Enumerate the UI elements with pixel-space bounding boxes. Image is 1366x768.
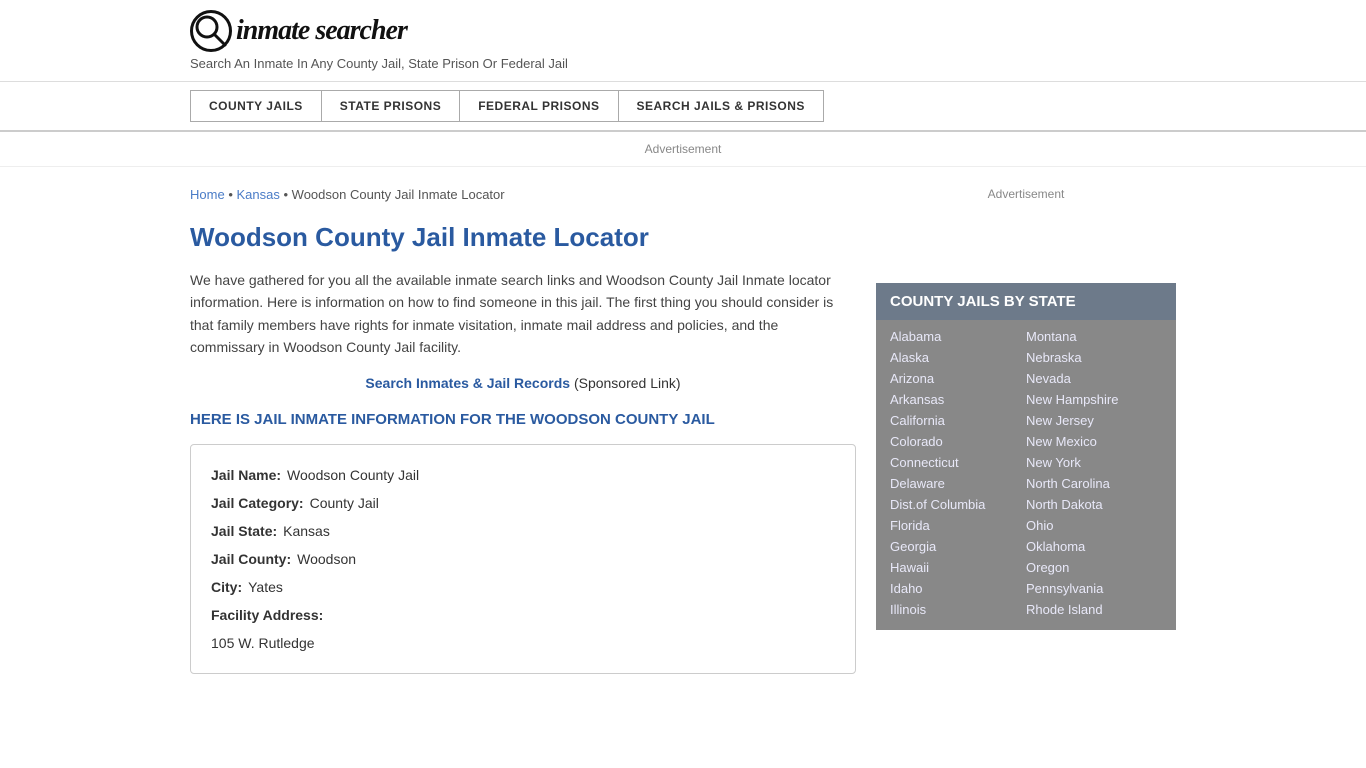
- breadcrumb-sep2: •: [283, 187, 291, 202]
- state-link[interactable]: Alaska: [890, 347, 1026, 368]
- sponsored-label-text: (Sponsored Link): [574, 375, 681, 391]
- state-link[interactable]: Arizona: [890, 368, 1026, 389]
- jail-address-value-row: 105 W. Rutledge: [211, 629, 835, 657]
- state-link[interactable]: Georgia: [890, 536, 1026, 557]
- page-title: Woodson County Jail Inmate Locator: [190, 222, 856, 253]
- jail-category-label: Jail Category:: [211, 489, 304, 517]
- breadcrumb: Home • Kansas • Woodson County Jail Inma…: [190, 187, 856, 202]
- state-link[interactable]: Rhode Island: [1026, 599, 1162, 620]
- logo-icon: [190, 10, 232, 52]
- state-link[interactable]: Delaware: [890, 473, 1026, 494]
- state-link[interactable]: Montana: [1026, 326, 1162, 347]
- jail-state-row: Jail State: Kansas: [211, 517, 835, 545]
- state-link[interactable]: Hawaii: [890, 557, 1026, 578]
- jail-county-value: Woodson: [297, 545, 356, 573]
- state-link[interactable]: Nebraska: [1026, 347, 1162, 368]
- logo-area: inmate searcher: [190, 10, 1176, 52]
- main-content: Home • Kansas • Woodson County Jail Inma…: [190, 167, 856, 694]
- jail-address-label: Facility Address:: [211, 601, 323, 629]
- content-area: Home • Kansas • Woodson County Jail Inma…: [0, 167, 1366, 694]
- jail-county-row: Jail County: Woodson: [211, 545, 835, 573]
- info-card: Jail Name: Woodson County Jail Jail Cate…: [190, 444, 856, 674]
- jail-category-row: Jail Category: County Jail: [211, 489, 835, 517]
- state-link[interactable]: Colorado: [890, 431, 1026, 452]
- jail-county-label: Jail County:: [211, 545, 291, 573]
- jail-city-row: City: Yates: [211, 573, 835, 601]
- state-link[interactable]: Illinois: [890, 599, 1026, 620]
- jail-city-label: City:: [211, 573, 242, 601]
- nav-federal-prisons[interactable]: FEDERAL PRISONS: [459, 90, 617, 122]
- jail-city-value: Yates: [248, 573, 283, 601]
- logo-text: inmate searcher: [236, 15, 407, 47]
- states-right-col: MontanaNebraskaNevadaNew HampshireNew Je…: [1026, 326, 1162, 620]
- states-left-col: AlabamaAlaskaArizonaArkansasCaliforniaCo…: [890, 326, 1026, 620]
- jail-state-label: Jail State:: [211, 517, 277, 545]
- state-columns: AlabamaAlaskaArizonaArkansasCaliforniaCo…: [876, 320, 1176, 630]
- state-link[interactable]: Arkansas: [890, 389, 1026, 410]
- breadcrumb-state[interactable]: Kansas: [236, 187, 279, 202]
- tagline: Search An Inmate In Any County Jail, Sta…: [190, 56, 1176, 71]
- state-link[interactable]: Alabama: [890, 326, 1026, 347]
- breadcrumb-home[interactable]: Home: [190, 187, 225, 202]
- jail-state-value: Kansas: [283, 517, 330, 545]
- state-link[interactable]: North Dakota: [1026, 494, 1162, 515]
- sidebar-ad: Advertisement: [876, 187, 1176, 267]
- state-link[interactable]: Ohio: [1026, 515, 1162, 536]
- jail-name-value: Woodson County Jail: [287, 461, 419, 489]
- state-link[interactable]: California: [890, 410, 1026, 431]
- jail-category-value: County Jail: [310, 489, 379, 517]
- jail-name-label: Jail Name:: [211, 461, 281, 489]
- nav-bar: COUNTY JAILS STATE PRISONS FEDERAL PRISO…: [0, 82, 1366, 132]
- jail-address-value: 105 W. Rutledge: [211, 629, 315, 657]
- state-box-title: COUNTY JAILS BY STATE: [876, 283, 1176, 320]
- state-link[interactable]: Dist.of Columbia: [890, 494, 1026, 515]
- ad-banner: Advertisement: [0, 132, 1366, 167]
- description: We have gathered for you all the availab…: [190, 269, 856, 359]
- info-heading: HERE IS JAIL INMATE INFORMATION FOR THE …: [190, 411, 856, 428]
- header: inmate searcher Search An Inmate In Any …: [0, 0, 1366, 82]
- state-link[interactable]: New York: [1026, 452, 1162, 473]
- state-link[interactable]: Oregon: [1026, 557, 1162, 578]
- sponsored-link[interactable]: Search Inmates & Jail Records: [365, 375, 570, 391]
- state-link[interactable]: Nevada: [1026, 368, 1162, 389]
- jail-name-row: Jail Name: Woodson County Jail: [211, 461, 835, 489]
- breadcrumb-current: Woodson County Jail Inmate Locator: [292, 187, 505, 202]
- state-link[interactable]: New Jersey: [1026, 410, 1162, 431]
- state-link[interactable]: North Carolina: [1026, 473, 1162, 494]
- nav-county-jails[interactable]: COUNTY JAILS: [190, 90, 321, 122]
- state-link[interactable]: Pennsylvania: [1026, 578, 1162, 599]
- state-link[interactable]: New Hampshire: [1026, 389, 1162, 410]
- state-link[interactable]: Oklahoma: [1026, 536, 1162, 557]
- nav-state-prisons[interactable]: STATE PRISONS: [321, 90, 459, 122]
- jail-address-row: Facility Address:: [211, 601, 835, 629]
- state-box: COUNTY JAILS BY STATE AlabamaAlaskaArizo…: [876, 283, 1176, 630]
- state-link[interactable]: Florida: [890, 515, 1026, 536]
- nav-search-jails[interactable]: SEARCH JAILS & PRISONS: [618, 90, 824, 122]
- state-link[interactable]: New Mexico: [1026, 431, 1162, 452]
- state-link[interactable]: Idaho: [890, 578, 1026, 599]
- state-link[interactable]: Connecticut: [890, 452, 1026, 473]
- magnifier-svg-icon: [193, 13, 229, 49]
- sponsored-link-area: Search Inmates & Jail Records (Sponsored…: [190, 375, 856, 391]
- sidebar: Advertisement COUNTY JAILS BY STATE Alab…: [876, 167, 1176, 694]
